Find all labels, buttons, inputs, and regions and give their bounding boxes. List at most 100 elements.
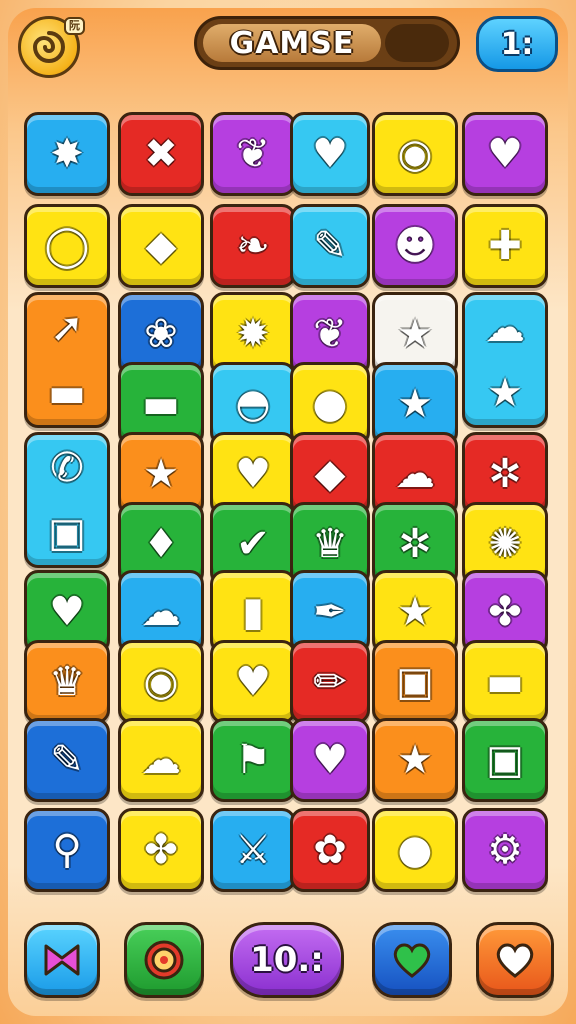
compass-icon: ✺ (488, 521, 522, 567)
green-heart-icon (393, 943, 431, 978)
slime-icon: ☁ (141, 737, 181, 783)
game-tile[interactable]: ♥ (290, 112, 370, 196)
ring-icon: ◯ (44, 223, 90, 269)
arrow-icon: ➚ (50, 304, 84, 351)
star-icon: ★ (397, 311, 433, 357)
pin-icon: ◆ (314, 451, 346, 497)
game-tile[interactable]: ✏ (290, 640, 370, 724)
lemon-icon: ◉ (143, 659, 179, 705)
gem-icon: ◆ (145, 223, 177, 269)
square-icon: ▣ (48, 509, 86, 556)
bubble-icon: ☁ (395, 451, 435, 497)
game-tile[interactable]: ✆ ▣ (24, 432, 110, 568)
phone-icon: ✆ (50, 444, 84, 491)
game-tile[interactable]: ⚙ (462, 808, 548, 892)
star-icon: ★ (397, 589, 433, 635)
gauge-icon: ◓ (235, 381, 271, 427)
heart-button[interactable] (372, 922, 452, 998)
flag-icon: ▬ (48, 369, 86, 416)
blob-icon: ❀ (144, 311, 178, 357)
game-tile[interactable]: ♥ (210, 640, 296, 724)
game-tile[interactable]: ⚔ (210, 808, 296, 892)
title-slot (385, 24, 449, 62)
game-tile[interactable]: ➚ ▬ (24, 292, 110, 428)
cloud-icon: ☁ (485, 304, 525, 351)
game-tile[interactable]: ❦ (210, 112, 296, 196)
magnifier-icon: ⚲ (52, 827, 82, 873)
game-tile[interactable]: ✎ (24, 718, 110, 802)
sun-icon: ✹ (236, 311, 270, 357)
game-tile[interactable]: ⚲ (24, 808, 110, 892)
star-icon: ★ (397, 737, 433, 783)
sword-icon: ⚔ (235, 827, 271, 873)
strawberry-icon: ♦ (143, 521, 179, 567)
moves-counter[interactable]: 10.: (230, 922, 344, 998)
flag-icon: ⚑ (235, 737, 271, 783)
logo-badge: 阮 (64, 17, 85, 35)
target-icon (144, 940, 184, 980)
card-icon: ▣ (396, 659, 434, 705)
gear-icon: ✲ (488, 451, 522, 497)
game-tile[interactable]: ♥ (290, 718, 370, 802)
game-tile[interactable]: ☁ ★ (462, 292, 548, 428)
game-tile[interactable]: ⚑ (210, 718, 296, 802)
heart-icon: ♥ (312, 131, 348, 177)
star-icon: ★ (397, 381, 433, 427)
game-tile[interactable]: ✖ (118, 112, 204, 196)
bow-button[interactable] (24, 922, 100, 998)
gear-icon: ⚙ (487, 827, 523, 873)
cog-icon: ✲ (398, 521, 432, 567)
game-tile[interactable]: ◉ (118, 640, 204, 724)
plus-icon: ✚ (488, 223, 522, 269)
flag-icon: ▬ (142, 381, 180, 427)
feather-icon: ❦ (313, 311, 347, 357)
crown-icon: ♛ (312, 521, 348, 567)
game-tile[interactable]: ▬ (462, 640, 548, 724)
game-tile[interactable]: ♥ (462, 112, 548, 196)
blob-face-icon: ● (397, 827, 433, 873)
game-tile[interactable]: ✚ (462, 204, 548, 288)
game-tile[interactable]: ▣ (372, 640, 458, 724)
like-button[interactable] (476, 922, 554, 998)
target-button[interactable] (124, 922, 204, 998)
game-tile[interactable]: ◉ (372, 112, 458, 196)
game-tile[interactable]: ♛ (24, 640, 110, 724)
game-tile[interactable]: ☁ (118, 718, 204, 802)
mushroom-icon: ☁ (141, 589, 181, 635)
puzzle-icon: ✤ (488, 589, 522, 635)
popsicle-icon: ✎ (50, 737, 84, 783)
heart-icon: ♥ (487, 131, 523, 177)
title-bar: GAMSE (194, 16, 460, 70)
speech-icon: ▣ (486, 737, 524, 783)
game-tile[interactable]: ✤ (118, 808, 204, 892)
game-tile[interactable]: ◆ (118, 204, 204, 288)
crossed-tools-icon: ✖ (144, 131, 178, 177)
bottle-icon: ▮ (241, 589, 264, 635)
game-tile[interactable]: ★ (372, 718, 458, 802)
game-tile[interactable]: ☻ (372, 204, 458, 288)
apple-icon: ● (312, 381, 348, 427)
heart-icon: ♥ (235, 451, 271, 497)
star-icon: ★ (487, 369, 523, 416)
heart-icon: ♥ (49, 589, 85, 635)
petal-icon: ❧ (236, 223, 270, 269)
game-title: GAMSE (203, 24, 381, 62)
game-tile[interactable]: ✸ (24, 112, 110, 196)
score-counter[interactable]: 1: (476, 16, 558, 72)
bow-icon (44, 944, 80, 976)
game-tile[interactable]: ✎ (290, 204, 370, 288)
white-heart-icon (496, 943, 534, 978)
cow-icon: ☻ (394, 223, 436, 269)
swirl-icon: ◉ (397, 131, 433, 177)
pencil-icon: ✎ (313, 223, 347, 269)
heart-icon: ♥ (235, 659, 271, 705)
crayon-icon: ✏ (313, 659, 347, 705)
game-tile[interactable]: ❧ (210, 204, 296, 288)
game-tile[interactable]: ✿ (290, 808, 370, 892)
game-tile[interactable]: ● (372, 808, 458, 892)
game-logo[interactable]: 阮 (18, 16, 85, 78)
game-tile[interactable]: ◯ (24, 204, 110, 288)
star-icon: ★ (143, 451, 179, 497)
flag-icon: ▬ (486, 659, 524, 705)
game-tile[interactable]: ▣ (462, 718, 548, 802)
